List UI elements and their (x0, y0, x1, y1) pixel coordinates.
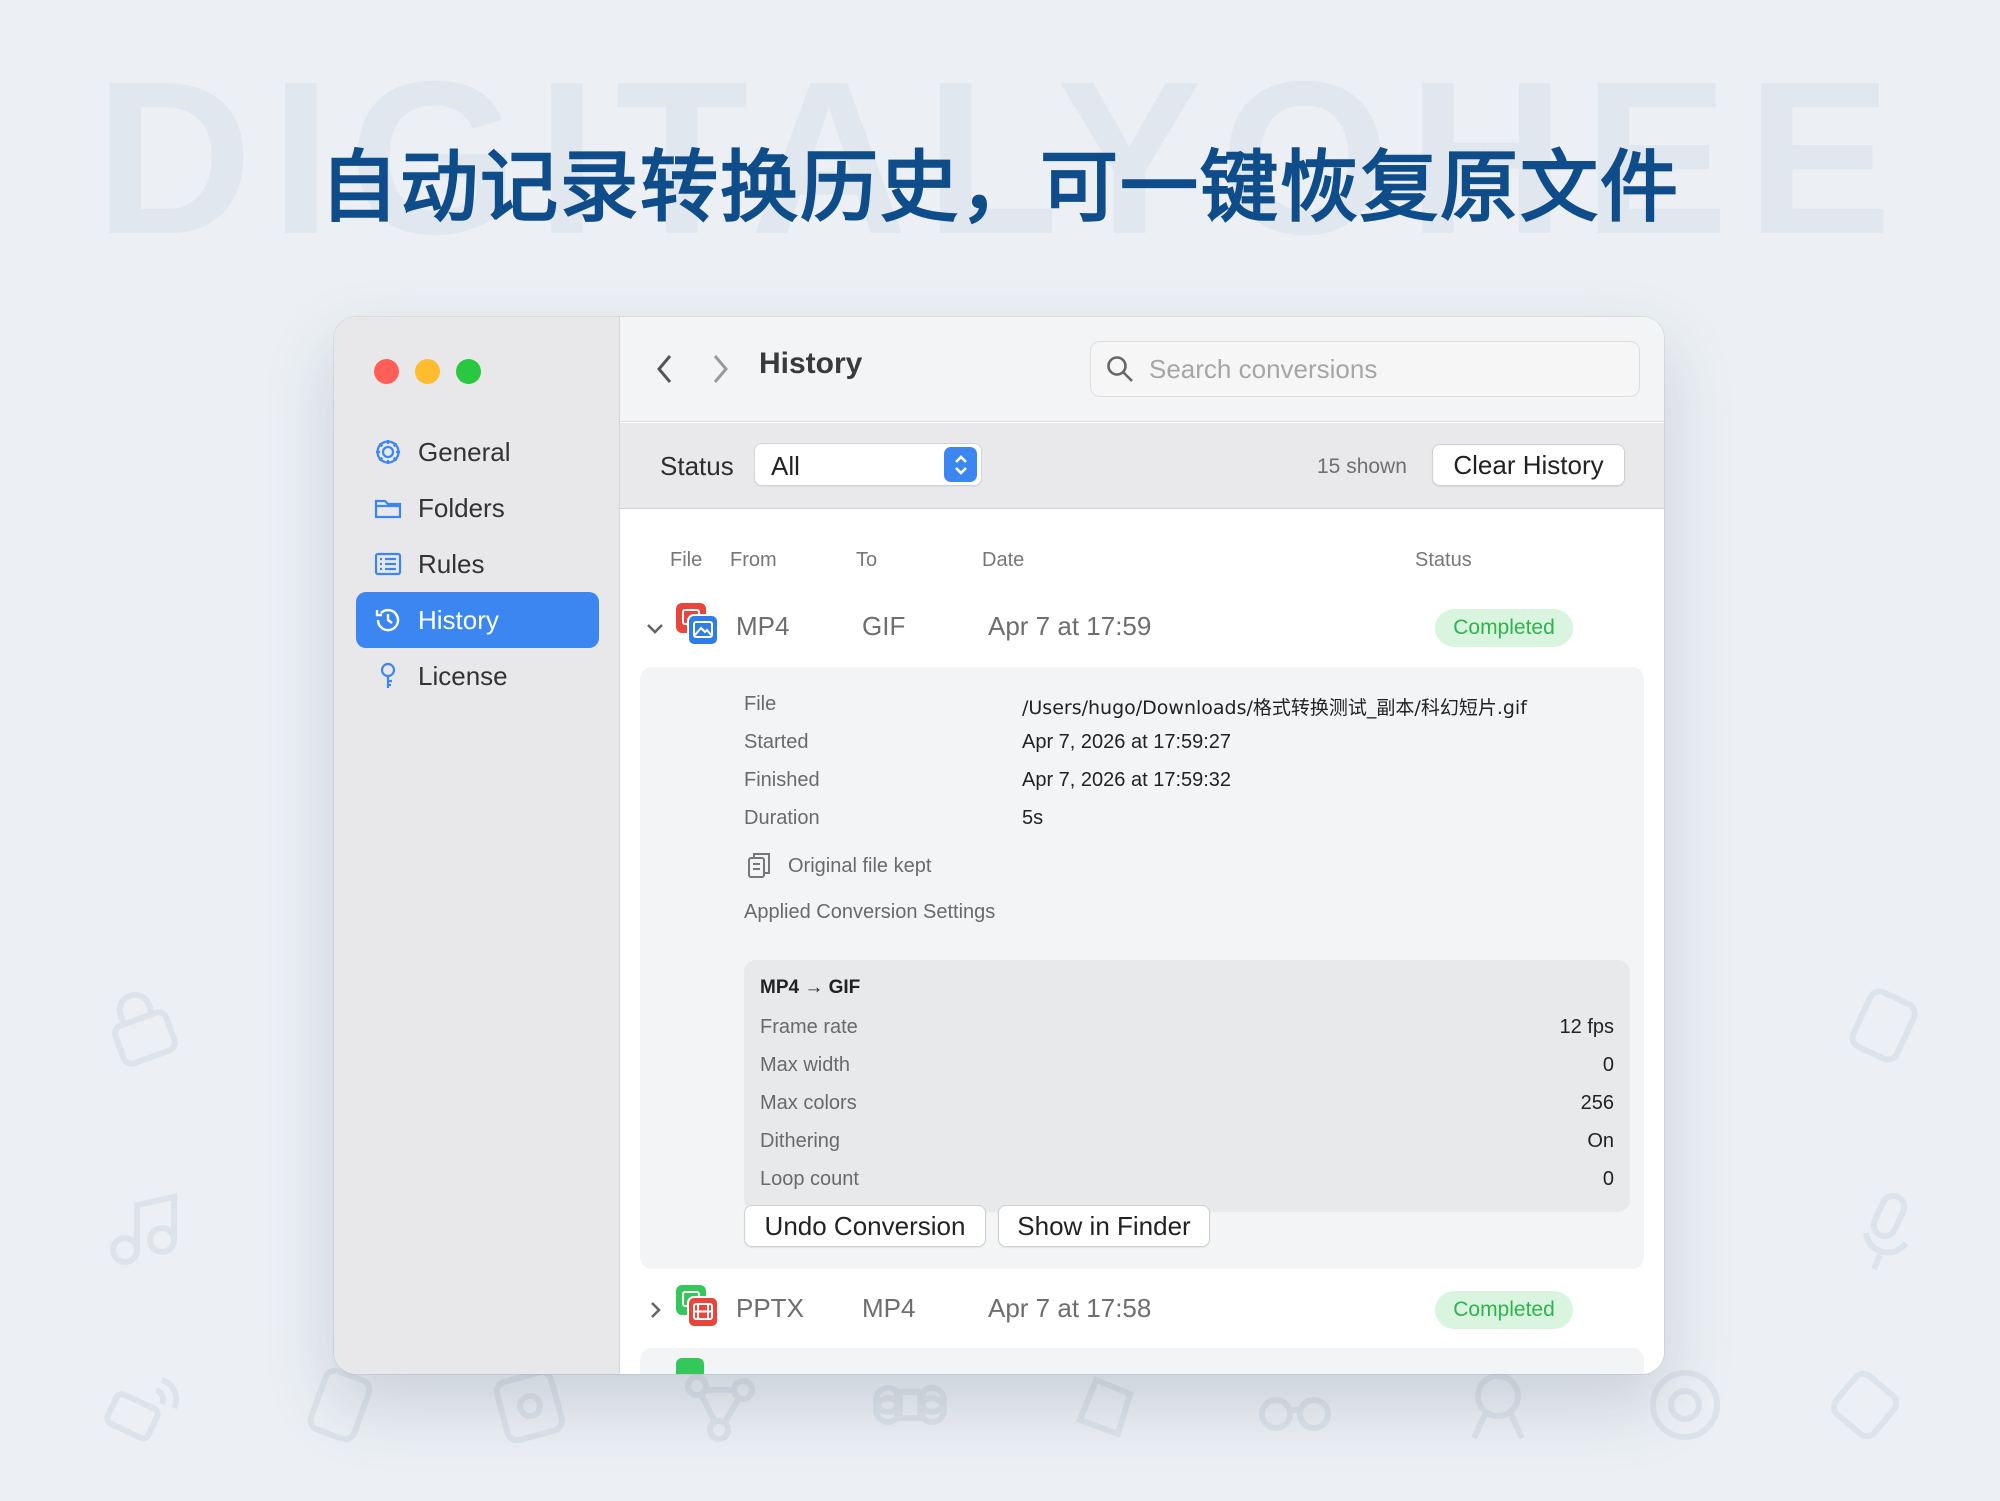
settings-title: MP4 → GIF (760, 977, 861, 998)
detail-finished-label: Finished (744, 769, 820, 791)
music-icon (100, 1185, 190, 1275)
sidebar-item-label: Folders (418, 492, 505, 523)
clear-history-button[interactable]: Clear History (1432, 444, 1625, 486)
sidebar-item-general[interactable]: General (356, 424, 599, 480)
applied-settings-label: Applied Conversion Settings (744, 901, 996, 923)
chevron-down-icon[interactable] (644, 617, 666, 639)
search-input[interactable] (1149, 353, 1609, 385)
app-window: General Folders Rules History License Hi… (334, 317, 1664, 1374)
show-in-finder-button[interactable]: Show in Finder (998, 1205, 1210, 1247)
window-controls (374, 359, 481, 384)
search-icon (1107, 356, 1133, 382)
main-content: History Status All 15 shown Clear Histor… (620, 317, 1664, 1374)
chevron-right-icon (713, 355, 728, 383)
status-select[interactable]: All (754, 443, 982, 486)
sidebar-item-label: History (418, 604, 499, 635)
status-badge: Completed (1435, 1291, 1573, 1329)
lock-icon (100, 980, 190, 1070)
detail-started-label: Started (744, 731, 809, 753)
table-row[interactable]: MP4 GIF Apr 7 at 17:59 Completed (620, 597, 1664, 667)
detail-file-path: /Users/hugo/Downloads/格式转换测试_副本/科幻短片.gif (1022, 697, 1527, 719)
detail-duration-label: Duration (744, 807, 820, 829)
sidebar-item-label: Rules (418, 548, 485, 579)
copy-document-icon (748, 853, 770, 878)
detail-finished-value: Apr 7, 2026 at 17:59:32 (1022, 769, 1232, 791)
setting-label: Loop count (760, 1168, 859, 1190)
sidebar-item-history[interactable]: History (356, 592, 599, 648)
original-kept-label: Original file kept (788, 855, 932, 877)
column-to[interactable]: To (856, 549, 877, 572)
sidebar-item-license[interactable]: License (356, 648, 599, 704)
table-header: File From To Date Status (620, 549, 1664, 579)
zoom-button[interactable] (456, 359, 481, 384)
setting-value: 12 fps (1559, 1016, 1614, 1038)
shown-count: 15 shown (1317, 455, 1407, 478)
setting-label: Frame rate (760, 1016, 858, 1038)
slides-to-video-file-icon (676, 1285, 719, 1328)
status-badge: Completed (1435, 609, 1573, 647)
row-to: GIF (862, 611, 906, 641)
sidebar-item-rules[interactable]: Rules (356, 536, 599, 592)
applied-settings-box: MP4 → GIF Frame rate 12 fps Max width 0 … (744, 960, 1630, 1212)
file-icon (676, 1358, 704, 1374)
detail-file-label: File (744, 693, 777, 715)
detail-duration-value: 5s (1022, 807, 1044, 829)
titlebar: History (620, 317, 1664, 422)
row-date: Apr 7 at 17:59 (988, 611, 1152, 641)
row-date: Apr 7 at 17:58 (988, 1293, 1152, 1323)
sidebar-item-label: License (418, 660, 508, 691)
sidebar-item-folders[interactable]: Folders (356, 480, 599, 536)
row-from: PPTX (736, 1293, 804, 1323)
setting-value: 0 (1602, 1168, 1614, 1190)
column-date[interactable]: Date (982, 549, 1024, 572)
page-title: History (759, 347, 863, 380)
row-to: MP4 (862, 1293, 916, 1323)
filter-bar: Status All 15 shown Clear History (620, 423, 1664, 509)
minimize-button[interactable] (415, 359, 440, 384)
search-field[interactable] (1090, 341, 1640, 397)
detail-started-value: Apr 7, 2026 at 17:59:27 (1022, 731, 1232, 753)
setting-label: Max width (760, 1054, 851, 1076)
conversion-detail-panel: File /Users/hugo/Downloads/格式转换测试_副本/科幻短… (640, 667, 1644, 1269)
history-icon (372, 604, 404, 636)
mic-icon (1840, 1185, 1930, 1275)
column-status[interactable]: Status (1415, 549, 1472, 572)
sidebar: General Folders Rules History License (334, 317, 620, 1374)
signal-icon (100, 1360, 190, 1450)
updown-chevron-icon (944, 447, 977, 482)
table-row-partial[interactable] (640, 1348, 1644, 1374)
page-headline: 自动记录转换历史，可一键恢复原文件 (319, 143, 1680, 233)
key-icon (372, 660, 404, 692)
table-row[interactable]: PPTX MP4 Apr 7 at 17:58 Completed (620, 1279, 1664, 1349)
sidebar-nav: General Folders Rules History License (356, 424, 599, 704)
column-from[interactable]: From (730, 549, 777, 572)
setting-label: Dithering (760, 1130, 841, 1152)
setting-value: 256 (1580, 1092, 1614, 1114)
document-icon (1840, 980, 1930, 1070)
setting-value: On (1587, 1130, 1614, 1152)
forward-button[interactable] (705, 349, 735, 389)
chevron-right-icon[interactable] (644, 1299, 666, 1321)
status-filter-label: Status (660, 451, 734, 481)
sidebar-item-label: General (418, 436, 511, 467)
setting-value: 0 (1602, 1054, 1614, 1076)
folder-icon (372, 492, 404, 524)
row-from: MP4 (736, 611, 790, 641)
column-file[interactable]: File (670, 549, 702, 572)
gear-icon (372, 436, 404, 468)
close-button[interactable] (374, 359, 399, 384)
undo-conversion-button[interactable]: Undo Conversion (744, 1205, 986, 1247)
setting-label: Max colors (760, 1092, 857, 1114)
status-select-value: All (771, 451, 800, 481)
tag-icon (1820, 1360, 1910, 1450)
video-to-image-file-icon (676, 603, 719, 646)
back-button[interactable] (650, 349, 680, 389)
chevron-left-icon (657, 355, 672, 383)
list-icon (372, 548, 404, 580)
